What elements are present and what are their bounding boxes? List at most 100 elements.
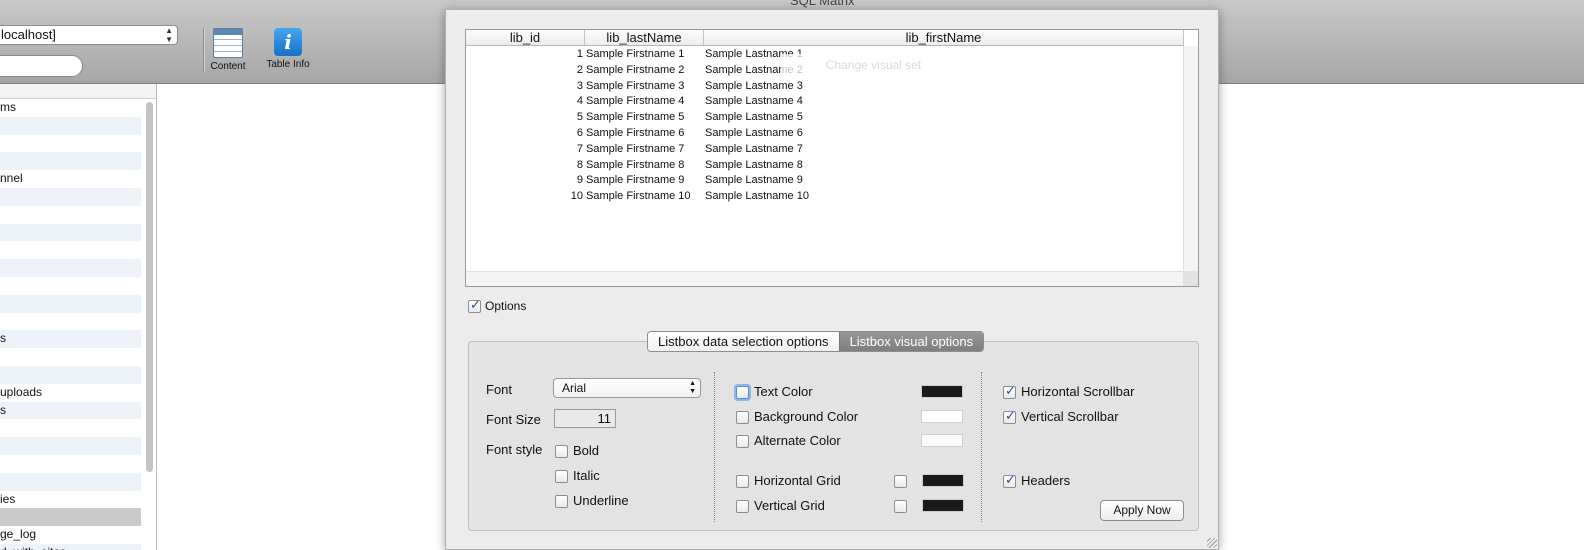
sidebar-item[interactable] [0,135,141,153]
column-header-lib-firstname[interactable]: lib_firstName [704,30,1184,46]
vertical-grid-swatch[interactable] [922,499,964,512]
underline-checkbox[interactable] [555,495,568,509]
background-color-checkbox[interactable] [736,411,749,425]
listbox-vertical-scrollbar[interactable] [1183,46,1198,272]
table-row[interactable]: 4 Sample Firstname 4 Sample Lastname 4 [466,94,1184,110]
bold-checkbox[interactable] [555,445,568,459]
table-info-button[interactable]: i Table Info [262,28,314,70]
vertical-grid-checkbox[interactable] [736,500,749,514]
sidebar-item[interactable] [0,277,141,295]
table-row[interactable]: 3 Sample Firstname 3 Sample Lastname 3 [466,79,1184,95]
database-select-value: localhost] [1,27,56,42]
search-input[interactable] [0,55,83,77]
table-row[interactable]: 9 Sample Firstname 9 Sample Lastname 9 [466,173,1184,189]
vertical-grid-option[interactable]: Vertical Grid [736,498,825,514]
change-visual-settings-button[interactable]: Change visual set [781,54,966,76]
text-color-option[interactable]: Text Color [736,384,813,400]
listbox-header: lib_id lib_lastName lib_firstName [466,30,1184,46]
sidebar-item[interactable] [0,313,141,331]
tab-data-selection[interactable]: Listbox data selection options [648,332,839,351]
underline-option[interactable]: Underline [555,493,629,509]
sidebar-item[interactable] [0,116,141,135]
font-select[interactable]: Arial ▲ ▼ [553,378,701,398]
background-color-option[interactable]: Background Color [736,409,858,425]
alternate-color-swatch[interactable] [921,434,963,447]
preview-listbox[interactable]: lib_id lib_lastName lib_firstName 1 Sampl… [465,29,1199,287]
sidebar-item[interactable] [0,365,141,384]
apply-now-button[interactable]: Apply Now [1100,500,1184,521]
bold-option[interactable]: Bold [555,443,600,459]
sidebar-item[interactable]: nnel [0,170,141,188]
table-row[interactable]: 8 Sample Firstname 8 Sample Lastname 8 [466,158,1184,174]
horizontal-scrollbar-option[interactable]: Horizontal Scrollbar [1003,383,1135,400]
cell-lib-id: 4 [576,95,583,108]
alternate-color-option[interactable]: Alternate Color [736,433,841,449]
text-color-checkbox[interactable] [736,386,749,400]
sidebar-item[interactable] [0,223,141,242]
cell-lib-firstname: Sample Lastname 6 [705,126,803,139]
cell-lib-lastname: Sample Firstname 5 [586,111,685,124]
horizontal-grid-color-checkbox[interactable] [894,475,907,488]
content-button[interactable]: Content [206,28,250,72]
listbox-scroll-corner [1183,271,1198,286]
resize-grip-icon[interactable] [1207,538,1217,548]
sidebar-item[interactable] [0,455,141,473]
bold-label: Bold [573,443,600,458]
sidebar-item[interactable] [0,259,141,277]
database-select[interactable]: localhost] ▲ ▼ [0,25,178,45]
table-row[interactable]: 10 Sample Firstname 10 Sample Lastname 10 [466,189,1184,205]
sidebar-item[interactable] [0,508,141,527]
sidebar-item[interactable] [0,152,141,171]
cell-lib-firstname: Sample Lastname 8 [705,158,803,171]
font-label: Font [486,382,513,397]
sidebar-item[interactable] [0,419,141,437]
sidebar-item[interactable] [0,437,141,455]
headers-checkbox[interactable] [1003,472,1016,489]
sidebar-header [0,84,156,99]
table-row[interactable]: 6 Sample Firstname 6 Sample Lastname 6 [466,126,1184,142]
vertical-scrollbar-option[interactable]: Vertical Scrollbar [1003,408,1119,425]
background-color-swatch[interactable] [921,410,963,423]
vertical-grid-label: Vertical Grid [754,498,825,513]
alternate-color-checkbox[interactable] [736,435,749,449]
tab-visual-options[interactable]: Listbox visual options [838,332,984,351]
italic-checkbox[interactable] [555,470,568,484]
horizontal-grid-swatch[interactable] [922,474,964,487]
options-checkbox[interactable] [468,297,481,314]
headers-option[interactable]: Headers [1003,472,1070,489]
sidebar-item[interactable] [0,348,141,366]
sidebar-item[interactable] [0,206,141,224]
sidebar-item[interactable]: s [0,330,141,349]
table-row[interactable]: 5 Sample Firstname 5 Sample Lastname 5 [466,110,1184,126]
alternate-color-label: Alternate Color [754,433,841,448]
horizontal-scrollbar-checkbox[interactable] [1003,383,1016,400]
sidebar-scrollbar[interactable] [146,102,153,472]
sidebar-item[interactable]: s [0,401,141,420]
vertical-scrollbar-checkbox[interactable] [1003,408,1016,425]
sidebar-item[interactable] [0,187,141,206]
cell-lib-id: 10 [570,190,583,203]
vertical-grid-color-checkbox[interactable] [894,500,907,513]
cell-lib-id: 3 [576,79,583,92]
horizontal-scrollbar-label: Horizontal Scrollbar [1021,384,1135,399]
italic-option[interactable]: Italic [555,468,600,484]
sidebar-item[interactable] [0,241,141,259]
sidebar-item[interactable] [0,472,141,491]
text-color-swatch[interactable] [921,385,963,398]
cell-lib-firstname: Sample Lastname 10 [705,190,809,203]
column-header-lib-lastname[interactable]: lib_lastName [585,30,704,46]
sidebar-item[interactable] [0,294,141,313]
listbox-horizontal-scrollbar[interactable] [466,271,1184,286]
horizontal-grid-option[interactable]: Horizontal Grid [736,473,841,489]
sidebar-item[interactable]: ge_log [0,526,141,544]
sidebar-item[interactable]: uploads [0,384,141,402]
horizontal-grid-checkbox[interactable] [736,475,749,489]
font-size-input[interactable]: 11 [554,409,616,428]
table-row[interactable]: 7 Sample Firstname 7 Sample Lastname 7 [466,142,1184,158]
options-toggle[interactable]: Options [468,297,526,314]
sidebar-item[interactable]: ies [0,491,141,509]
italic-label: Italic [573,468,600,483]
sidebar-item[interactable]: d_with_sites [0,543,141,550]
sidebar-item[interactable]: ms [0,99,141,117]
column-header-lib-id[interactable]: lib_id [466,30,585,46]
